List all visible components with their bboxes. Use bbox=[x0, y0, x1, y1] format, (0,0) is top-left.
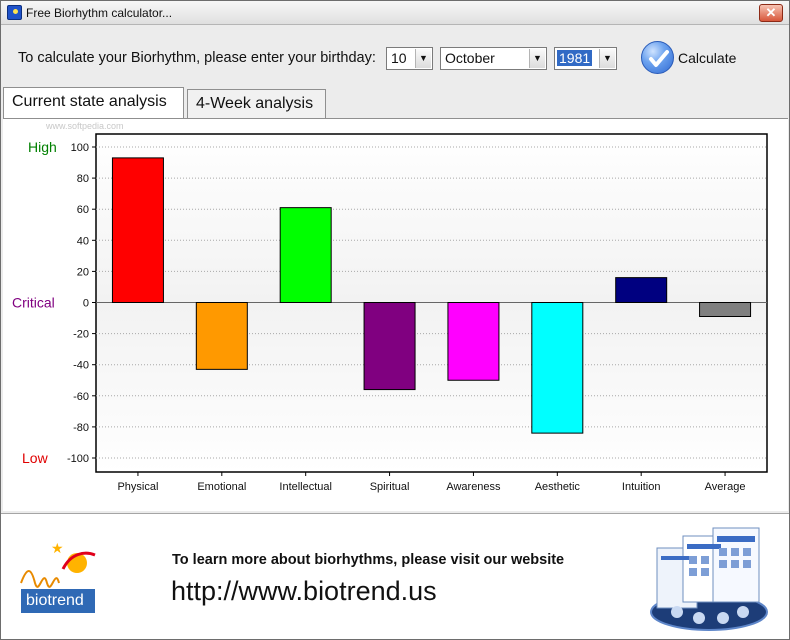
x-tick-label: Awareness bbox=[446, 481, 501, 493]
close-button[interactable]: ✕ bbox=[759, 4, 783, 22]
bar-aesthetic bbox=[531, 302, 584, 434]
checkmark-icon bbox=[641, 41, 674, 74]
logo-text: biotrend bbox=[21, 589, 95, 613]
logo-graphic-icon: ★ bbox=[20, 541, 96, 588]
bar-intellectual bbox=[279, 207, 332, 303]
bar-physical bbox=[111, 157, 164, 304]
day-value: 10 bbox=[391, 50, 407, 66]
x-tick-label: Aesthetic bbox=[535, 481, 581, 493]
calculate-label: Calculate bbox=[678, 50, 737, 66]
y-tick-label: 40 bbox=[77, 235, 89, 247]
x-tick-label: Average bbox=[705, 481, 746, 493]
bar-average bbox=[699, 302, 752, 317]
x-tick-label: Spiritual bbox=[370, 481, 410, 493]
y-tick-label: -20 bbox=[73, 329, 89, 341]
svg-text:★: ★ bbox=[51, 541, 64, 557]
month-select[interactable]: October ▼ bbox=[440, 47, 547, 70]
critical-label: Critical bbox=[12, 295, 55, 311]
footer-info-text: To learn more about biorhythms, please v… bbox=[172, 552, 565, 568]
birthday-prompt: To calculate your Biorhythm, please ente… bbox=[18, 50, 376, 66]
y-tick-label: -80 bbox=[73, 422, 89, 434]
biotrend-logo[interactable]: ★ biotrend bbox=[19, 539, 99, 617]
y-tick-label: -100 bbox=[67, 453, 89, 465]
day-select[interactable]: 10 ▼ bbox=[386, 47, 433, 70]
x-tick-label: Intuition bbox=[622, 481, 661, 493]
x-tick-label: Intellectual bbox=[279, 481, 332, 493]
bar-intuition bbox=[615, 277, 668, 303]
chart-panel: www.softpedia.com 100 80 60 40 20 0 -20 -40 -60 -8… bbox=[3, 118, 788, 511]
website-link[interactable]: http://www.biotrend.us bbox=[171, 576, 437, 607]
product-screenshots-image[interactable] bbox=[647, 526, 775, 634]
x-tick-label: Emotional bbox=[197, 481, 246, 493]
app-window: Free Biorhythm calculator... ✕ To calcul… bbox=[0, 0, 790, 640]
bar-spiritual bbox=[363, 302, 416, 391]
window-title: Free Biorhythm calculator... bbox=[26, 6, 173, 20]
calculate-button[interactable]: Calculate bbox=[641, 41, 737, 77]
chevron-down-icon: ▼ bbox=[415, 49, 431, 68]
bar-emotional bbox=[195, 302, 248, 370]
tab-bar: Current state analysis 4-Week analysis bbox=[1, 87, 790, 118]
close-icon: ✕ bbox=[765, 5, 777, 20]
y-tick-label: 20 bbox=[77, 266, 89, 278]
tab-4-week[interactable]: 4-Week analysis bbox=[187, 89, 326, 118]
y-tick-label: 0 bbox=[83, 298, 89, 310]
y-tick-label: 80 bbox=[77, 173, 89, 185]
year-value: 1981 bbox=[557, 50, 593, 66]
year-select[interactable]: 1981 ▼ bbox=[554, 47, 617, 70]
y-tick-label: -60 bbox=[73, 391, 89, 403]
y-tick-label: 100 bbox=[71, 142, 89, 154]
chevron-down-icon: ▼ bbox=[529, 49, 545, 68]
bar-awareness bbox=[447, 302, 500, 381]
app-icon bbox=[7, 5, 22, 20]
low-label: Low bbox=[22, 450, 49, 466]
chevron-down-icon: ▼ bbox=[599, 49, 615, 68]
y-tick-label: 60 bbox=[77, 204, 89, 216]
x-tick-label: Physical bbox=[117, 481, 158, 493]
y-tick-label: -40 bbox=[73, 360, 89, 372]
tab-current-state[interactable]: Current state analysis bbox=[3, 87, 184, 118]
title-bar: Free Biorhythm calculator... ✕ bbox=[1, 1, 789, 25]
month-value: October bbox=[445, 50, 495, 66]
watermark-text: www.softpedia.com bbox=[45, 121, 124, 131]
high-label: High bbox=[28, 139, 57, 155]
footer-panel: ★ biotrend To learn more about biorhythm… bbox=[1, 513, 789, 639]
biorhythm-chart: www.softpedia.com 100 80 60 40 20 0 -20 -40 -60 -8… bbox=[12, 121, 768, 493]
